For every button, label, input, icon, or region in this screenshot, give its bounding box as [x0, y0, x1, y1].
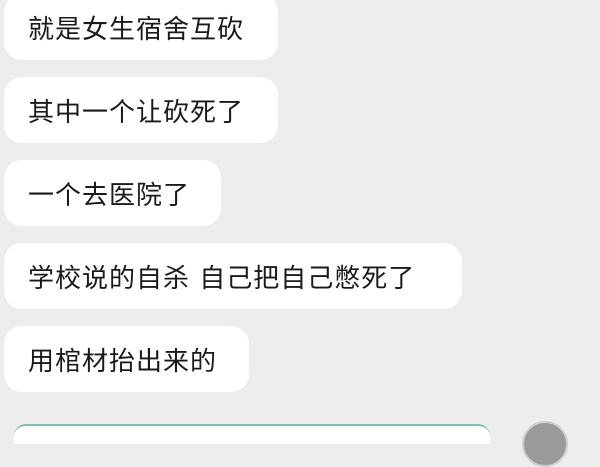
partial-message-bubble[interactable]: [14, 424, 490, 444]
message-text: 一个去医院了: [28, 180, 191, 211]
message-bubble[interactable]: 用棺材抬出来的: [4, 326, 249, 392]
message-text: 用棺材抬出来的: [28, 346, 218, 377]
message-bubble[interactable]: 一个去医院了: [4, 160, 221, 226]
message-bubble[interactable]: 其中一个让砍死了: [4, 77, 278, 143]
message-bubble[interactable]: 就是女生宿舍互砍: [4, 0, 278, 60]
chat-thread: 就是女生宿舍互砍 其中一个让砍死了 一个去医院了 学校说的自杀 自己把自己憋死了…: [0, 0, 600, 467]
message-bubble[interactable]: 学校说的自杀 自己把自己憋死了: [4, 243, 462, 309]
message-text: 就是女生宿舍互砍: [28, 14, 245, 45]
message-text: 其中一个让砍死了: [28, 97, 245, 128]
message-text: 学校说的自杀 自己把自己憋死了: [28, 263, 416, 294]
avatar[interactable]: [522, 421, 568, 467]
